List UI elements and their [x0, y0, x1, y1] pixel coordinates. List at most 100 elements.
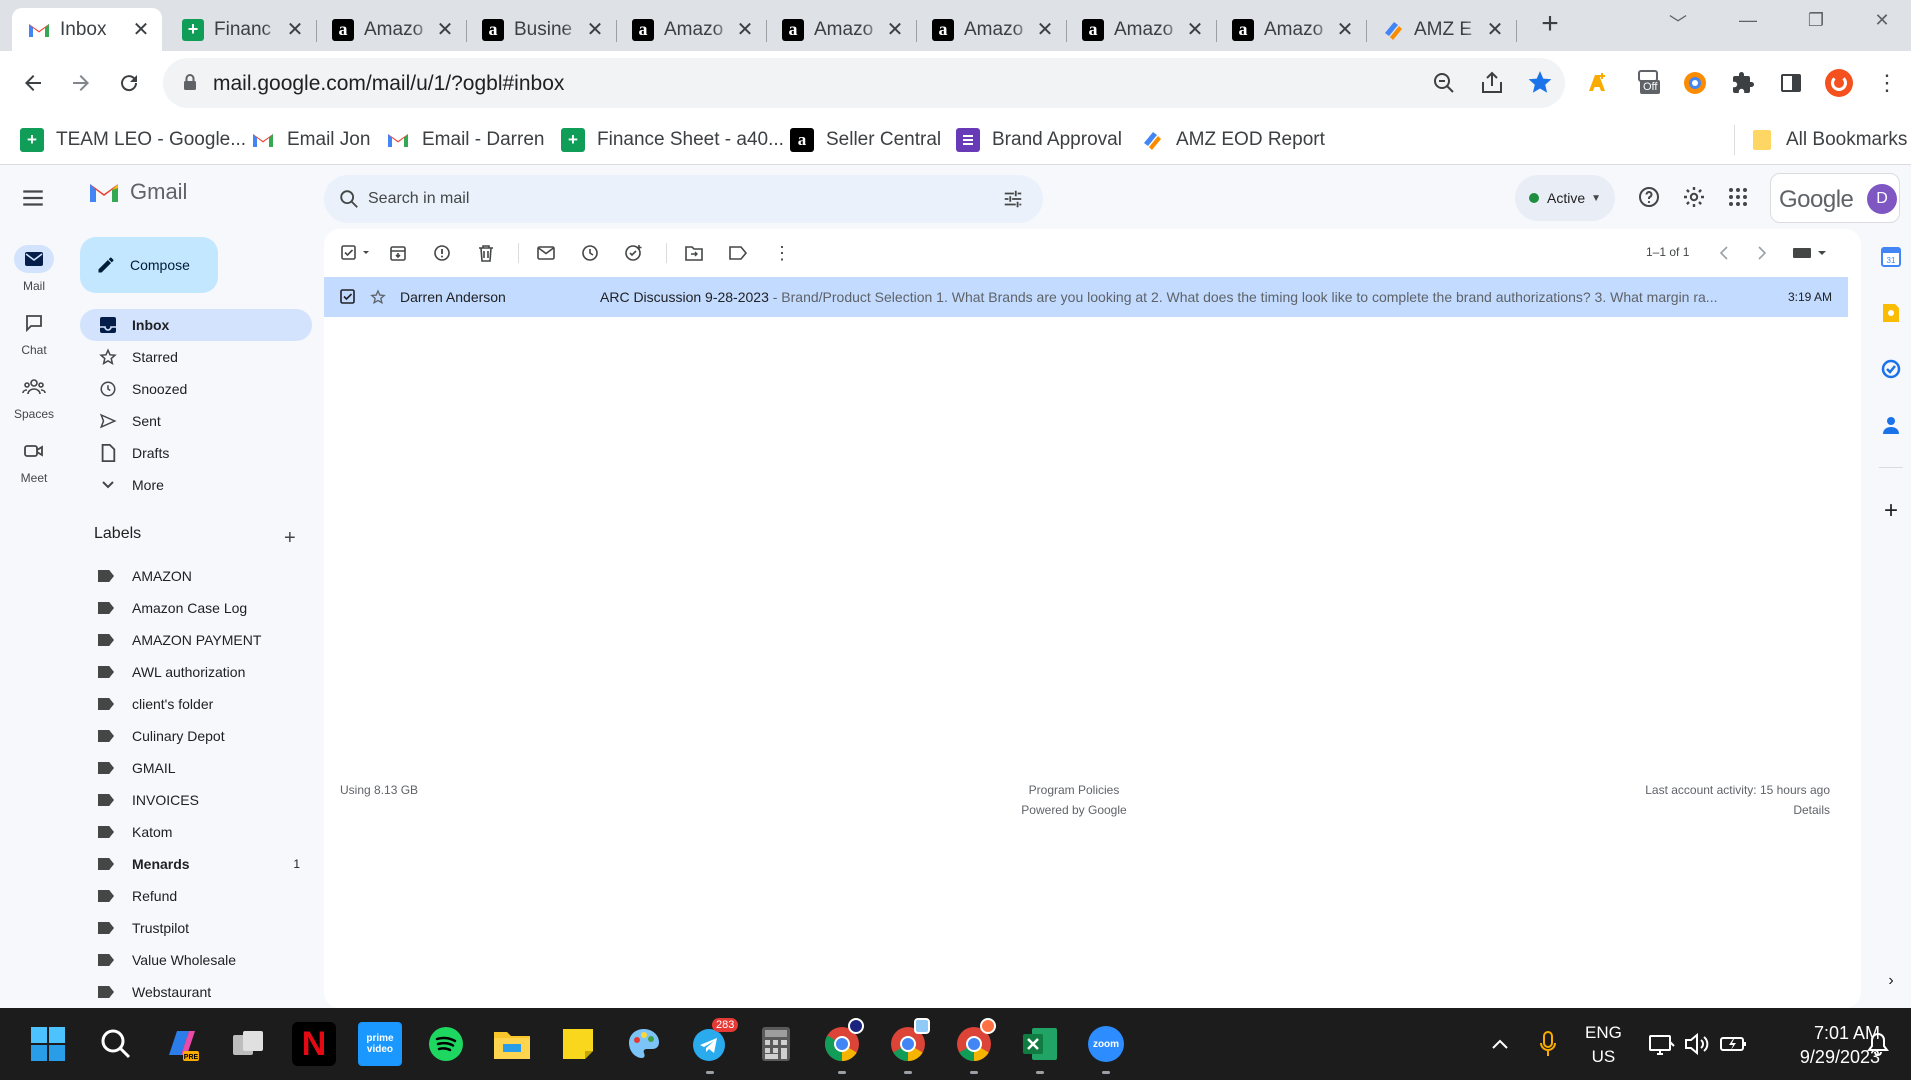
excel-icon[interactable] — [1018, 1022, 1062, 1074]
more-actions-icon[interactable]: ⋮ — [770, 241, 794, 265]
tab-amazon[interactable]: a Amazo ✕ — [316, 8, 467, 51]
telegram-icon[interactable]: 283 — [688, 1018, 739, 1074]
compose-button[interactable]: Compose — [80, 237, 218, 293]
close-window-button[interactable]: ✕ — [1862, 10, 1902, 34]
windows-start-icon[interactable] — [26, 1022, 70, 1066]
label-item[interactable]: Katom — [80, 816, 312, 848]
keep-icon[interactable] — [1877, 299, 1905, 327]
close-tab-icon[interactable]: ✕ — [1334, 19, 1356, 41]
battery-icon[interactable] — [1712, 1022, 1756, 1066]
label-item[interactable]: AMAZON PAYMENT — [80, 624, 312, 656]
label-item[interactable]: Menards 1 — [80, 848, 312, 880]
tab-amazon[interactable]: a Amazo ✕ — [616, 8, 767, 51]
row-checkbox[interactable] — [340, 289, 356, 305]
input-tools-icon[interactable] — [1790, 241, 1830, 265]
all-bookmarks-folder[interactable]: All Bookmarks — [1750, 123, 1907, 157]
select-all-checkbox[interactable] — [338, 241, 378, 265]
bookmark-team-leo[interactable]: + TEAM LEO - Google... — [20, 123, 246, 157]
bookmark-email-jon[interactable]: Email Jon — [251, 123, 370, 157]
bookmark-seller-central[interactable]: a Seller Central — [790, 123, 941, 157]
label-item[interactable]: Trustpilot — [80, 912, 312, 944]
label-item[interactable]: Value Wholesale — [80, 944, 312, 976]
label-item[interactable]: Culinary Depot — [80, 720, 312, 752]
reload-icon[interactable] — [114, 68, 144, 98]
close-tab-icon[interactable]: ✕ — [434, 19, 456, 41]
close-tab-icon[interactable]: ✕ — [734, 19, 756, 41]
copilot-icon[interactable]: PRE — [160, 1022, 204, 1066]
rail-mail[interactable]: Mail — [0, 245, 68, 293]
zoom-icon[interactable] — [1431, 70, 1457, 96]
file-explorer-icon[interactable] — [490, 1022, 534, 1066]
label-as-icon[interactable] — [726, 241, 750, 265]
nav-sent[interactable]: Sent — [80, 405, 312, 437]
label-item[interactable]: AMAZON — [80, 560, 312, 592]
label-item[interactable]: AWL authorization — [80, 656, 312, 688]
bookmark-amz-eod[interactable]: AMZ EOD Report — [1140, 123, 1325, 157]
close-tab-icon[interactable]: ✕ — [584, 19, 606, 41]
tab-search-icon[interactable]: ﹀ — [1658, 10, 1698, 34]
side-panel-icon[interactable] — [1776, 68, 1806, 98]
extensions-puzzle-icon[interactable] — [1728, 68, 1758, 98]
rail-meet[interactable]: Meet — [0, 437, 68, 485]
rail-spaces[interactable]: Spaces — [0, 373, 68, 421]
label-item[interactable]: client's folder — [80, 688, 312, 720]
chevron-right-icon[interactable] — [1750, 241, 1774, 265]
close-tab-icon[interactable]: ✕ — [1034, 19, 1056, 41]
chevron-left-icon[interactable] — [1712, 241, 1736, 265]
sticky-notes-icon[interactable] — [556, 1022, 600, 1066]
nav-snoozed[interactable]: Snoozed — [80, 373, 312, 405]
close-tab-icon[interactable]: ✕ — [884, 19, 906, 41]
extension-off-icon[interactable]: Off — [1636, 68, 1666, 98]
close-tab-icon[interactable]: ✕ — [1184, 19, 1206, 41]
notifications-bell-icon[interactable] — [1856, 1022, 1900, 1066]
details-link[interactable]: Details — [1424, 803, 1830, 817]
report-spam-icon[interactable] — [430, 241, 454, 265]
chrome-icon[interactable] — [820, 1018, 864, 1074]
add-label-icon[interactable]: + — [284, 527, 296, 550]
main-menu-icon[interactable] — [20, 185, 46, 211]
contacts-icon[interactable] — [1877, 411, 1905, 439]
search-icon[interactable] — [94, 1022, 138, 1066]
snooze-icon[interactable] — [578, 241, 602, 265]
address-bar[interactable]: mail.google.com/mail/u/1/?ogbl#inbox — [163, 58, 1565, 108]
zoom-icon[interactable]: zoom — [1084, 1022, 1128, 1074]
settings-gear-icon[interactable] — [1680, 183, 1708, 211]
help-icon[interactable] — [1635, 183, 1663, 211]
bookmark-finance-sheet[interactable]: + Finance Sheet - a40... — [561, 123, 784, 157]
label-item[interactable]: INVOICES — [80, 784, 312, 816]
get-addons-icon[interactable]: + — [1877, 497, 1905, 525]
chrome-icon[interactable] — [952, 1018, 996, 1074]
search-options-icon[interactable] — [1002, 188, 1024, 210]
close-tab-icon[interactable]: ✕ — [130, 19, 152, 41]
close-tab-icon[interactable]: ✕ — [1484, 19, 1506, 41]
apps-grid-icon[interactable] — [1724, 183, 1752, 211]
color-extension-icon[interactable] — [1680, 68, 1710, 98]
delete-icon[interactable] — [474, 241, 498, 265]
minimize-button[interactable]: — — [1728, 10, 1768, 34]
new-tab-button[interactable]: + — [1535, 9, 1565, 40]
chrome-icon[interactable] — [886, 1018, 930, 1074]
nav-more[interactable]: More — [80, 469, 312, 501]
search-icon[interactable] — [338, 188, 360, 210]
email-row[interactable]: Darren Anderson ARC Discussion 9-28-2023… — [324, 277, 1848, 317]
scout-extension-icon[interactable] — [1583, 68, 1613, 98]
add-to-tasks-icon[interactable] — [622, 241, 646, 265]
label-item[interactable]: Refund — [80, 880, 312, 912]
back-icon[interactable] — [18, 68, 48, 98]
mark-as-read-icon[interactable] — [534, 241, 558, 265]
share-icon[interactable] — [1479, 70, 1505, 96]
tab-inbox[interactable]: Inbox ✕ — [12, 8, 162, 51]
move-to-icon[interactable] — [682, 241, 706, 265]
close-tab-icon[interactable]: ✕ — [284, 19, 306, 41]
archive-icon[interactable] — [386, 241, 410, 265]
tasks-icon[interactable] — [1877, 355, 1905, 383]
paint-icon[interactable] — [622, 1022, 666, 1066]
microphone-icon[interactable] — [1526, 1022, 1570, 1066]
chrome-menu-icon[interactable]: ⋮ — [1872, 68, 1902, 98]
calendar-icon[interactable]: 31 — [1877, 243, 1905, 271]
nav-inbox[interactable]: Inbox — [80, 309, 312, 341]
calculator-icon[interactable] — [754, 1022, 798, 1066]
status-dropdown[interactable]: Active ▼ — [1515, 175, 1615, 221]
rail-chat[interactable]: Chat — [0, 309, 68, 357]
star-icon[interactable] — [370, 289, 386, 305]
